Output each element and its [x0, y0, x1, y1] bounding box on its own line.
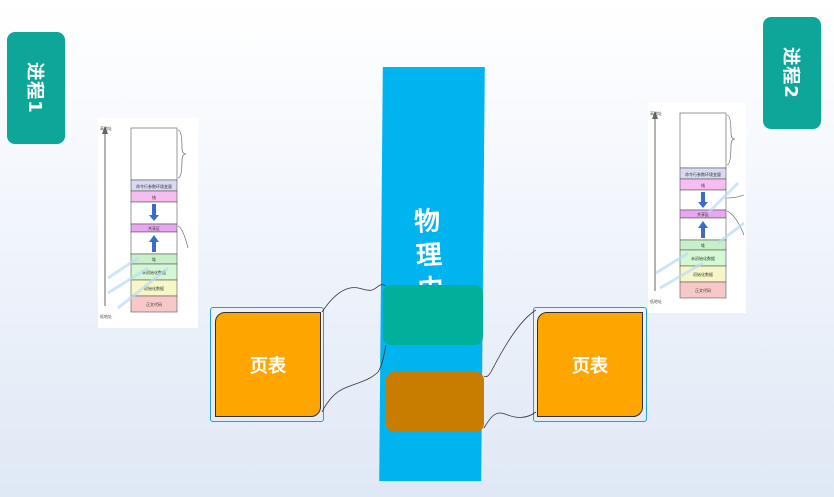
- mapping-lines: [321, 284, 537, 429]
- wire-pt1-green: [321, 284, 387, 313]
- wire-pt1-brown: [321, 344, 387, 413]
- wire-pt2-green: [483, 309, 537, 378]
- wire-pt2-brown: [483, 411, 537, 429]
